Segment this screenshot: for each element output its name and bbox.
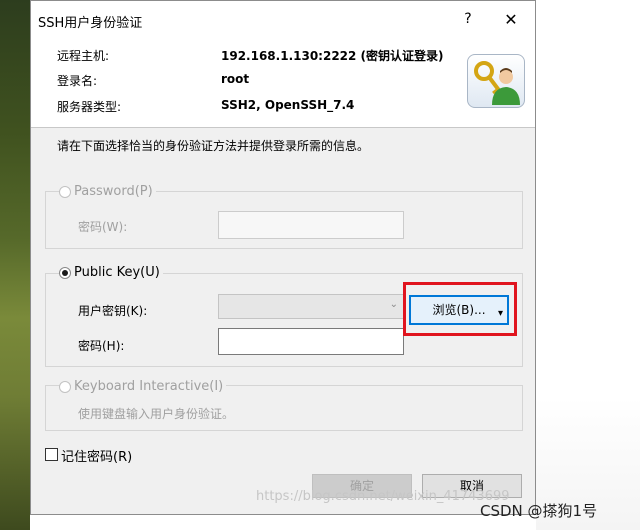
watermark-url: https://blog.csdn.net/weixin_41743699 [256,489,510,504]
browse-button-label: 浏览(B)... [432,303,486,317]
keyboard-interactive-radio-label: Keyboard Interactive(I) [71,379,227,394]
browse-button[interactable]: 浏览(B)... ▾ [409,295,509,325]
csdn-badge: CSDN @搽狗1号 [480,502,598,520]
title-bar: SSH用户身份验证 ? ✕ [31,1,535,41]
close-button[interactable]: ✕ [501,10,521,30]
user-key-label: 用户密钥(K): [78,304,148,318]
password-radio-label: Password(P) [71,184,156,199]
public-key-radio-label: Public Key(U) [71,265,163,280]
password-radio[interactable] [59,186,71,198]
background-desktop-right [536,0,640,530]
public-key-radio[interactable] [59,267,71,279]
host-label: 远程主机: [57,49,110,63]
user-key-select[interactable]: ⌄ [218,294,404,319]
server-type-label: 服务器类型: [57,100,122,114]
passphrase-label: 密码(H): [78,339,125,353]
user-value: root [221,72,250,86]
chevron-down-icon: ⌄ [389,299,398,310]
keyboard-interactive-radio[interactable] [59,381,71,393]
key-user-icon [467,54,525,108]
connection-info-panel: 远程主机: 192.168.1.130:2222 (密钥认证登录) 登录名: r… [31,41,535,128]
background-desktop-left [0,0,30,530]
ssh-auth-dialog: SSH用户身份验证 ? ✕ 远程主机: 192.168.1.130:2222 (… [30,0,536,515]
dialog-title: SSH用户身份验证 [38,16,143,31]
remember-password-label: 记住密码(R) [61,450,133,465]
instruction-text: 请在下面选择恰当的身份验证方法并提供登录所需的信息。 [57,139,370,153]
host-value: 192.168.1.130:2222 (密钥认证登录) [221,49,444,63]
dropdown-arrow-icon: ▾ [497,308,503,319]
password-input[interactable] [218,211,404,239]
server-type-value: SSH2, OpenSSH_7.4 [221,98,355,112]
user-label: 登录名: [57,74,98,88]
password-field-label: 密码(W): [78,220,128,234]
keyboard-interactive-description: 使用键盘输入用户身份验证。 [78,407,235,421]
remember-password-checkbox[interactable] [45,448,58,461]
help-button[interactable]: ? [461,11,475,29]
passphrase-input[interactable] [218,328,404,355]
